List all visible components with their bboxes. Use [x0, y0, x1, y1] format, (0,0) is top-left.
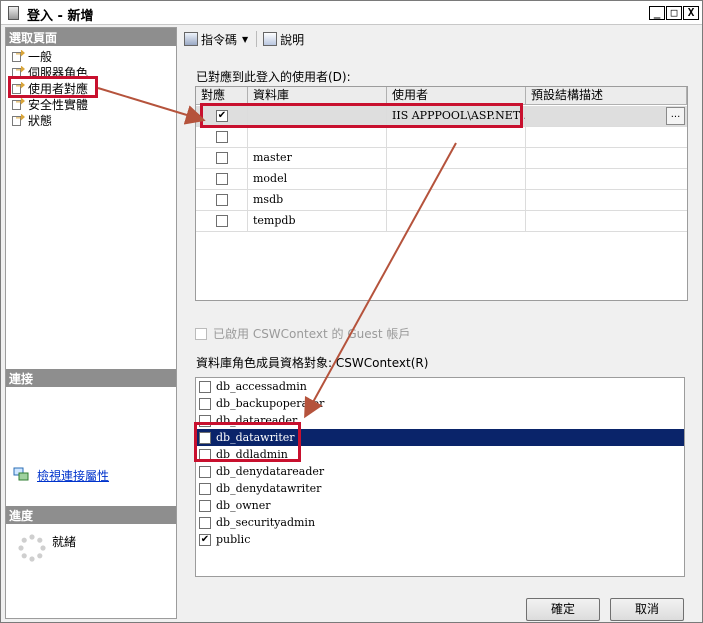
role-checkbox[interactable]: [199, 516, 211, 529]
sidebar: 選取頁面 一般 伺服器角色 使用者對應 安全性實體 狀態 連接 進度 就緒: [5, 27, 177, 619]
role-label: db_backupoperator: [216, 397, 325, 410]
list-item[interactable]: db_accessadmin: [196, 378, 684, 395]
user-cell[interactable]: [387, 127, 526, 148]
map-checkbox[interactable]: [216, 194, 228, 206]
column-header-default-schema[interactable]: 預設結構描述: [526, 87, 687, 105]
mapping-label: 已對應到此登入的使用者(D):: [196, 70, 351, 84]
ok-button[interactable]: 確定: [526, 598, 600, 621]
map-cell: [196, 190, 248, 211]
role-checkbox[interactable]: ✔: [199, 533, 211, 546]
list-item[interactable]: db_denydatawriter: [196, 480, 684, 497]
script-icon: [184, 32, 198, 46]
roles-highlight-box: [194, 422, 301, 462]
page-arrow-icon: [11, 49, 25, 63]
help-button[interactable]: 說明: [280, 31, 304, 48]
role-membership-label: 資料庫角色成員資格對象: CSWContext(R): [196, 356, 429, 370]
sidebar-highlight-box: [8, 76, 98, 98]
schema-cell[interactable]: [526, 127, 687, 148]
list-item[interactable]: db_denydatareader: [196, 463, 684, 480]
login-new-dialog: 登入 - 新增 _ □ X 選取頁面 一般 伺服器角色 使用者對應 安全性實體 …: [0, 0, 703, 623]
list-item[interactable]: db_owner: [196, 497, 684, 514]
guest-checkbox[interactable]: [195, 327, 207, 340]
schema-cell[interactable]: [526, 169, 687, 190]
role-checkbox[interactable]: [199, 397, 211, 410]
role-label: db_accessadmin: [216, 380, 307, 393]
cancel-button[interactable]: 取消: [610, 598, 684, 621]
sidebar-item-label: 一般: [28, 49, 53, 64]
role-label: db_securityadmin: [216, 516, 316, 529]
minimize-button[interactable]: _: [649, 6, 665, 20]
database-cell[interactable]: [248, 127, 387, 148]
database-cell[interactable]: msdb: [248, 190, 387, 211]
role-label: db_denydatawriter: [216, 482, 322, 495]
progress-status: 就緒: [52, 535, 77, 549]
map-cell: [196, 148, 248, 169]
mapping-highlight-box: [200, 103, 523, 128]
close-button[interactable]: X: [683, 6, 699, 20]
guest-account-option[interactable]: 已啟用 CSWContext 的 Guest 帳戶: [195, 325, 410, 342]
table-row[interactable]: model: [196, 169, 687, 190]
map-checkbox[interactable]: [216, 173, 228, 185]
schema-cell[interactable]: [526, 190, 687, 211]
progress-header: 進度: [6, 506, 176, 524]
toolbar-divider: [256, 31, 258, 47]
table-row[interactable]: msdb: [196, 190, 687, 211]
schema-browse-button[interactable]: ...: [666, 107, 685, 125]
title-bar: 登入 - 新增 _ □ X: [1, 1, 702, 25]
spinner-icon: [18, 534, 46, 562]
role-checkbox[interactable]: [199, 482, 211, 495]
sidebar-item-label: 安全性實體: [28, 97, 89, 112]
user-cell[interactable]: [387, 190, 526, 211]
connection-properties-icon: [13, 467, 29, 481]
user-cell[interactable]: [387, 211, 526, 232]
list-item[interactable]: db_backupoperator: [196, 395, 684, 412]
page-arrow-icon: [11, 97, 25, 111]
select-page-header: 選取頁面: [6, 28, 176, 46]
sidebar-item-securables[interactable]: 安全性實體: [11, 96, 88, 112]
sidebar-item-general[interactable]: 一般: [11, 48, 52, 64]
list-item[interactable]: ✔ public: [196, 531, 684, 548]
map-checkbox[interactable]: [216, 215, 228, 227]
database-cell[interactable]: model: [248, 169, 387, 190]
user-cell[interactable]: [387, 169, 526, 190]
chevron-down-icon[interactable]: ▼: [242, 35, 248, 44]
role-label: db_denydatareader: [216, 465, 325, 478]
role-checkbox[interactable]: [199, 499, 211, 512]
database-cell[interactable]: tempdb: [248, 211, 387, 232]
role-label: public: [216, 533, 251, 546]
schema-cell[interactable]: [526, 106, 687, 127]
role-checkbox[interactable]: [199, 380, 211, 393]
maximize-button[interactable]: □: [666, 6, 682, 20]
map-checkbox[interactable]: [216, 131, 228, 143]
connection-header: 連接: [6, 369, 176, 387]
role-label: db_owner: [216, 499, 271, 512]
table-row[interactable]: tempdb: [196, 211, 687, 232]
view-connection-properties-link[interactable]: 檢視連接屬性: [37, 467, 109, 484]
schema-cell[interactable]: [526, 211, 687, 232]
list-item[interactable]: db_securityadmin: [196, 514, 684, 531]
sidebar-item-label: 狀態: [28, 113, 53, 128]
map-cell: [196, 169, 248, 190]
help-icon: [263, 32, 278, 46]
table-row[interactable]: [196, 127, 687, 148]
database-cell[interactable]: master: [248, 148, 387, 169]
sidebar-item-status[interactable]: 狀態: [11, 112, 52, 128]
script-button[interactable]: 指令碼: [201, 31, 237, 48]
window-icon: [8, 6, 19, 20]
schema-cell[interactable]: [526, 148, 687, 169]
table-row[interactable]: master: [196, 148, 687, 169]
page-arrow-icon: [11, 113, 25, 127]
map-cell: [196, 211, 248, 232]
role-checkbox[interactable]: [199, 465, 211, 478]
toolbar: 指令碼 ▼ 說明: [184, 29, 304, 49]
window-title: 登入 - 新增: [27, 9, 94, 24]
map-checkbox[interactable]: [216, 152, 228, 164]
map-cell: [196, 127, 248, 148]
user-cell[interactable]: [387, 148, 526, 169]
guest-label: 已啟用 CSWContext 的 Guest 帳戶: [213, 327, 411, 341]
role-membership-list: db_accessadmin db_backupoperator db_data…: [195, 377, 685, 577]
